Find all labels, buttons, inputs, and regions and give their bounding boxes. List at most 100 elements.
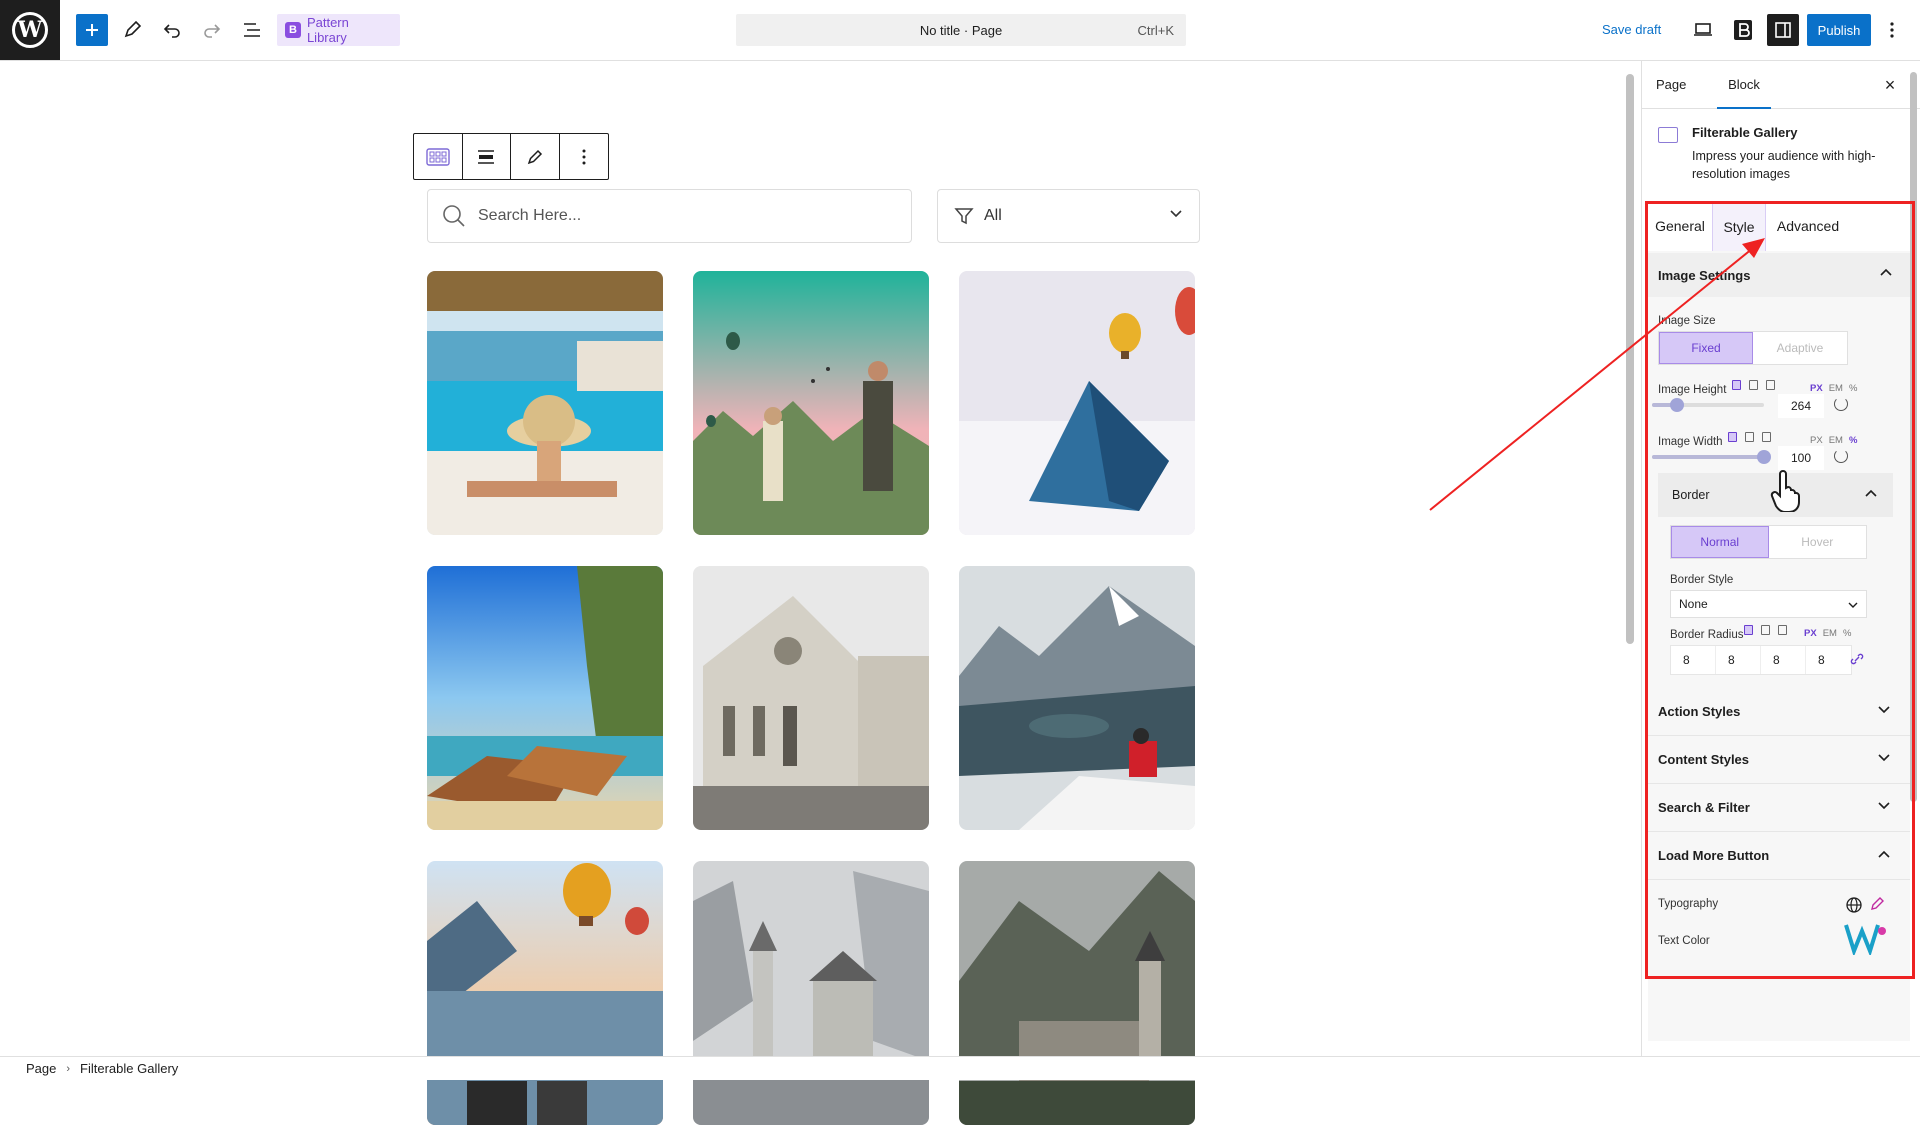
undo-button[interactable] (158, 14, 186, 46)
border-radius-label: Border Radius (1670, 629, 1744, 641)
action-styles-title: Action Styles (1658, 704, 1741, 719)
pencil-icon (124, 21, 141, 38)
breadcrumb-root[interactable]: Page (26, 1061, 56, 1076)
image-settings-header[interactable]: Image Settings (1648, 253, 1910, 297)
mobile-icon[interactable] (1762, 432, 1771, 442)
breadcrumb-current[interactable]: Filterable Gallery (80, 1061, 178, 1076)
gallery-search-input[interactable]: Search Here... (427, 189, 912, 243)
fixed-option[interactable]: Fixed (1659, 332, 1753, 364)
command-palette-bar[interactable]: No title · Page Ctrl+K (736, 14, 1186, 46)
gallery-block-icon (1658, 127, 1678, 143)
unit-px[interactable]: PX (1810, 383, 1823, 394)
gallery-item[interactable] (427, 271, 663, 535)
tab-style[interactable]: Style (1712, 201, 1766, 251)
plugin-button[interactable] (1727, 14, 1759, 46)
mobile-icon[interactable] (1766, 380, 1775, 390)
radius-bottom-left[interactable]: 8 (1806, 646, 1851, 674)
responsive-device-switcher[interactable] (1728, 432, 1771, 442)
width-unit-switcher[interactable]: PX EM % (1810, 435, 1857, 446)
search-filter-section[interactable]: Search & Filter (1648, 784, 1910, 832)
preview-button[interactable] (1687, 14, 1719, 46)
gallery-item[interactable] (427, 566, 663, 830)
stone-cathedral-image (693, 566, 929, 830)
gallery-item[interactable] (959, 271, 1195, 535)
mountain-lake-image (959, 566, 1195, 830)
tab-page[interactable]: Page (1656, 61, 1686, 109)
publish-button[interactable]: Publish (1807, 14, 1871, 46)
responsive-device-switcher[interactable] (1744, 625, 1787, 635)
slider-handle[interactable] (1669, 398, 1684, 412)
wordpress-logo[interactable]: W (0, 0, 60, 60)
add-block-button[interactable] (76, 14, 108, 46)
image-height-slider[interactable] (1652, 398, 1764, 412)
tablet-icon[interactable] (1761, 625, 1770, 635)
tab-block[interactable]: Block (1717, 61, 1771, 109)
save-draft-button[interactable]: Save draft (1602, 14, 1661, 46)
image-settings-title: Image Settings (1658, 267, 1751, 283)
border-state-toggle: Normal Hover (1670, 525, 1867, 559)
slider-handle[interactable] (1757, 450, 1771, 464)
gallery-item[interactable] (693, 861, 929, 1125)
radius-top-left[interactable]: 8 (1671, 646, 1716, 674)
load-more-button-section[interactable]: Load More Button (1648, 832, 1910, 880)
reset-icon[interactable] (1834, 449, 1848, 463)
settings-sidebar-toggle[interactable] (1767, 14, 1799, 46)
close-icon[interactable]: × (1880, 75, 1900, 95)
document-overview-button[interactable] (238, 14, 266, 46)
tablet-icon[interactable] (1745, 432, 1754, 442)
reset-icon[interactable] (1834, 397, 1848, 411)
block-type-button[interactable] (414, 134, 463, 179)
align-button[interactable] (463, 134, 511, 179)
unit-percent[interactable]: % (1849, 435, 1857, 446)
unit-em[interactable]: EM (1829, 383, 1843, 394)
gallery-item[interactable] (959, 861, 1195, 1125)
unit-em[interactable]: EM (1823, 628, 1837, 639)
radius-bottom-right[interactable]: 8 (1761, 646, 1806, 674)
link-icon[interactable] (1850, 653, 1864, 665)
sidebar-scrollbar[interactable] (1908, 64, 1918, 1054)
tools-button[interactable] (118, 14, 146, 46)
gallery-item[interactable] (693, 566, 929, 830)
redo-button[interactable] (198, 14, 226, 46)
desktop-icon[interactable] (1732, 380, 1741, 390)
unit-px[interactable]: PX (1804, 628, 1817, 639)
gallery-filter-select[interactable]: All (937, 189, 1200, 243)
globe-icon[interactable] (1846, 897, 1862, 913)
tablet-icon[interactable] (1749, 380, 1758, 390)
tab-advanced[interactable]: Advanced (1766, 201, 1850, 251)
unit-percent[interactable]: % (1849, 383, 1857, 394)
image-height-input[interactable]: 264 (1778, 394, 1824, 418)
image-width-input[interactable]: 100 (1778, 446, 1824, 470)
mobile-icon[interactable] (1778, 625, 1787, 635)
search-placeholder: Search Here... (478, 207, 582, 224)
unit-percent[interactable]: % (1843, 628, 1851, 639)
gallery-item[interactable] (959, 566, 1195, 830)
pattern-library-button[interactable]: B Pattern Library (277, 14, 400, 46)
adaptive-option[interactable]: Adaptive (1753, 332, 1847, 364)
responsive-device-switcher[interactable] (1732, 380, 1775, 390)
image-width-slider[interactable] (1652, 450, 1771, 464)
edit-button[interactable] (511, 134, 560, 179)
tab-general[interactable]: General (1648, 201, 1712, 251)
normal-option[interactable]: Normal (1671, 526, 1769, 558)
editor-top-bar: W B Pattern Library No title · Page Ctrl… (0, 0, 1920, 61)
unit-px[interactable]: PX (1810, 435, 1823, 446)
content-styles-section[interactable]: Content Styles (1648, 736, 1910, 784)
options-menu-button[interactable] (1880, 14, 1904, 46)
desktop-icon[interactable] (1728, 432, 1737, 442)
pattern-library-icon: B (285, 22, 301, 38)
gallery-item[interactable] (693, 271, 929, 535)
pencil-icon[interactable] (1870, 897, 1884, 911)
hover-option[interactable]: Hover (1769, 526, 1867, 558)
desktop-icon[interactable] (1744, 625, 1753, 635)
height-unit-switcher[interactable]: PX EM % (1810, 383, 1857, 394)
action-styles-section[interactable]: Action Styles (1648, 688, 1910, 736)
border-style-select[interactable]: None (1670, 590, 1867, 618)
gallery-block-icon (426, 147, 450, 166)
gallery-item[interactable] (427, 861, 663, 1125)
unit-em[interactable]: EM (1829, 435, 1843, 446)
canvas-scrollbar[interactable] (1624, 64, 1636, 1054)
radius-unit-switcher[interactable]: PX EM % (1804, 628, 1851, 639)
radius-top-right[interactable]: 8 (1716, 646, 1761, 674)
block-options-button[interactable] (560, 134, 609, 179)
